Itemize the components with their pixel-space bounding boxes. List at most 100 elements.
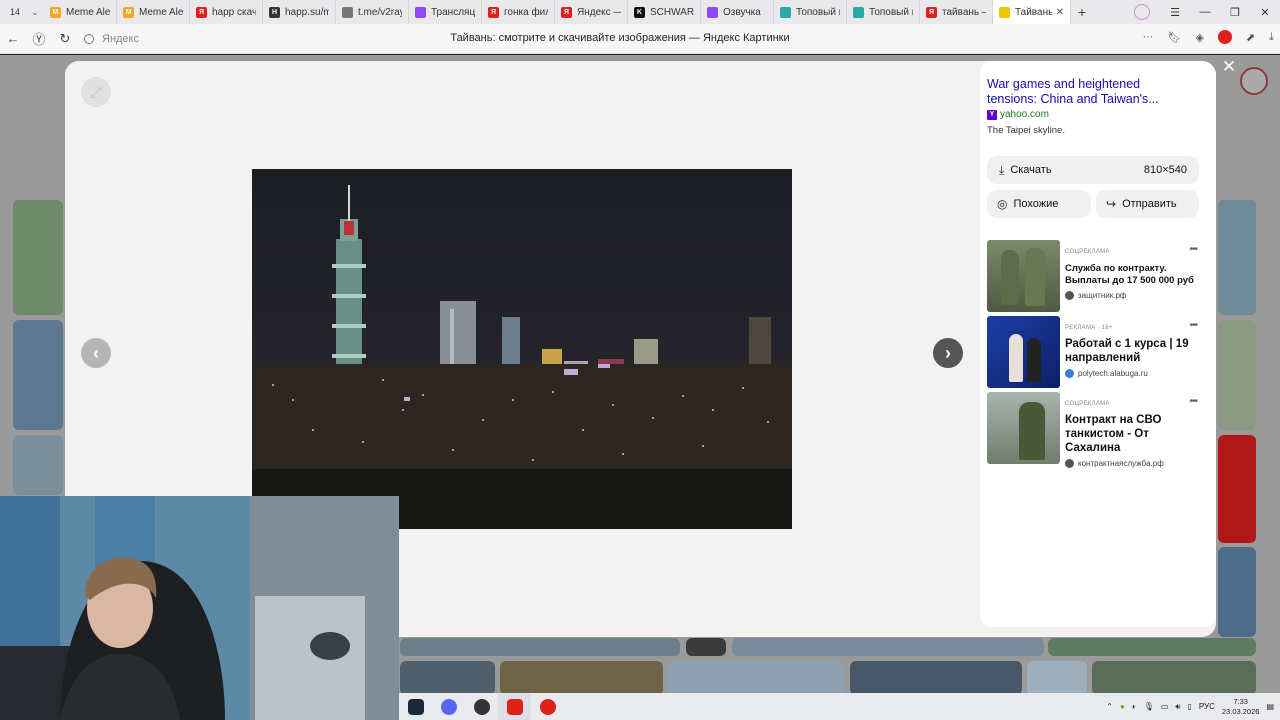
main-image[interactable] xyxy=(252,169,792,529)
clock[interactable]: 7:33 23.03.2026 xyxy=(1222,697,1260,717)
microphone-icon[interactable]: 🎙︎ xyxy=(1144,702,1154,711)
bg-thumbnail xyxy=(13,435,63,495)
tray-expand-icon[interactable]: ⌃ xyxy=(1106,702,1113,711)
downloads-menu-icon[interactable]: ☰ xyxy=(1160,6,1190,19)
taipei-skyline-image xyxy=(252,169,792,529)
tab-close-icon[interactable]: ✕ xyxy=(1056,7,1064,18)
ad-card[interactable]: СОЦРЕКЛАМА ••• Служба по контракту. Выпл… xyxy=(987,240,1199,312)
bg-thumbnail xyxy=(400,638,680,656)
more-dots-icon[interactable]: ··· xyxy=(1142,31,1153,43)
discord-taskbar-icon[interactable] xyxy=(432,693,465,720)
fullscreen-expand-icon[interactable]: ⤢ xyxy=(81,77,111,107)
tray-app-icon[interactable]: ◐ xyxy=(1132,702,1137,711)
tab-label: Озвучка xyxy=(723,6,761,18)
download-button[interactable]: ⤓ Скачать 810×540 xyxy=(987,156,1199,184)
bg-thumbnail xyxy=(1048,638,1256,656)
browser-tab[interactable]: Озвучка xyxy=(701,0,774,24)
alice-assistant-icon[interactable] xyxy=(1240,67,1268,95)
previous-image-button[interactable]: ‹ xyxy=(81,338,111,368)
bg-thumbnail xyxy=(1218,320,1256,430)
ad-more-icon[interactable]: ••• xyxy=(1189,396,1197,407)
yandex-browser-taskbar-icon[interactable] xyxy=(498,693,531,720)
ad-title[interactable]: Служба по контракту. Выплаты до 17 500 0… xyxy=(1065,263,1199,287)
browser-tab[interactable]: Я Яндекс — xyxy=(555,0,628,24)
bookmark-icon[interactable]: 🔖︎ xyxy=(1167,31,1181,44)
opera-taskbar-icon[interactable] xyxy=(531,693,564,720)
tab-label: t.me/v2ray xyxy=(358,6,402,18)
next-image-button[interactable]: › xyxy=(933,338,963,368)
steam-taskbar-icon[interactable] xyxy=(399,693,432,720)
tab-favicon-icon: Я xyxy=(488,6,499,18)
browser-tab-strip: 14 ⌄ MMeme AlertMMeme AlertЯhapp скачаHh… xyxy=(0,0,1280,24)
similar-button[interactable]: ◎ Похожие xyxy=(987,190,1091,218)
bg-thumbnail xyxy=(1218,435,1256,543)
source-site[interactable]: Y yahoo.com xyxy=(987,109,1049,120)
ad-image xyxy=(987,392,1060,464)
ad-kind: РЕКЛАМА · 16+ xyxy=(1065,325,1113,331)
send-button[interactable]: ↪ Отправить xyxy=(1096,190,1199,218)
tab-favicon-icon xyxy=(780,6,791,18)
browser-tab[interactable]: M Meme Alert xyxy=(117,0,190,24)
restore-icon[interactable]: ❐ xyxy=(1220,6,1250,19)
browser-tab[interactable]: Топовый к xyxy=(847,0,920,24)
browser-tab[interactable]: Hhapp.su/m xyxy=(263,0,336,24)
tab-label: тайвань – xyxy=(942,6,986,18)
webcam-video-frame xyxy=(0,496,399,720)
yandex-images-favicon-icon xyxy=(999,6,1010,18)
tab-favicon-icon: Я xyxy=(561,6,572,18)
bg-thumbnail xyxy=(1027,661,1087,695)
notifications-icon[interactable]: ▤ xyxy=(1266,702,1274,711)
share-arrow-icon: ↪ xyxy=(1106,197,1117,211)
send-label: Отправить xyxy=(1122,198,1177,210)
tab-active[interactable]: Тайвань ✕ xyxy=(993,0,1071,24)
bg-thumbnail xyxy=(400,661,495,695)
page-title: Тайвань: смотрите и скачивайте изображен… xyxy=(450,32,790,44)
polytech-logo-icon xyxy=(1065,369,1074,378)
tab-label: Тайвань xyxy=(1015,6,1052,18)
source-title-link[interactable]: War games and heightened tensions: China… xyxy=(987,77,1187,107)
ad-card[interactable]: РЕКЛАМА · 16+ ••• Работай с 1 курса | 19… xyxy=(987,316,1199,388)
download-icon[interactable]: ⤓ xyxy=(1269,31,1274,44)
minimize-icon[interactable]: — xyxy=(1190,6,1220,18)
tab-count-badge[interactable]: 14 xyxy=(4,4,26,20)
ad-title[interactable]: Контракт на СВО танкистом - От Сахалина xyxy=(1065,413,1199,455)
ad-image xyxy=(987,240,1060,312)
window-close-icon[interactable]: ✕ xyxy=(1250,6,1280,19)
network-icon[interactable]: ▭ xyxy=(1161,702,1169,711)
battery-icon[interactable]: ▯ xyxy=(1187,702,1191,711)
share-icon[interactable]: ⬈ xyxy=(1246,31,1255,44)
browser-tab[interactable]: Трансляци xyxy=(409,0,482,24)
bg-thumbnail xyxy=(850,661,1022,695)
shield-icon[interactable]: ◈ xyxy=(1195,31,1203,44)
tab-favicon-icon xyxy=(707,6,718,18)
ad-title[interactable]: Работай с 1 курса | 19 направлений xyxy=(1065,337,1199,365)
language-indicator[interactable]: РУС xyxy=(1199,702,1215,711)
tray-app-icon[interactable]: ● xyxy=(1120,702,1125,711)
ad-domain: контрактнаяслужба.рф xyxy=(1078,459,1164,468)
download-label: Скачать xyxy=(1010,164,1052,176)
ad-card[interactable]: СОЦРЕКЛАМА ••• Контракт на СВО танкистом… xyxy=(987,392,1199,468)
windows-taskbar: ⌃ ● ◐ 🎙︎ ▭ 🔊︎ ▯ РУС 7:33 23.03.2026 ▤ xyxy=(399,693,1280,720)
ad-more-icon[interactable]: ••• xyxy=(1189,320,1197,331)
browser-tab[interactable]: K SCHWART xyxy=(628,0,701,24)
browser-tab[interactable]: M Meme Alert xyxy=(44,0,117,24)
browser-tab[interactable]: Топовый к xyxy=(774,0,847,24)
tab-list-chevron-icon[interactable]: ⌄ xyxy=(26,7,44,18)
new-tab-button[interactable]: + xyxy=(1071,4,1093,20)
close-viewer-icon[interactable]: ✕ xyxy=(1220,58,1238,76)
browser-tab[interactable]: t.me/v2ray xyxy=(336,0,409,24)
profile-icon[interactable] xyxy=(1134,4,1150,20)
download-icon: ⤓ xyxy=(999,162,1005,177)
tab-favicon-icon xyxy=(415,6,426,18)
browser-tab[interactable]: Ягонка фил xyxy=(482,0,555,24)
ad-kind: СОЦРЕКЛАМА xyxy=(1065,249,1110,255)
browser-tab[interactable]: Ятайвань – xyxy=(920,0,993,24)
webcam-overlay xyxy=(0,496,399,720)
browser-tab[interactable]: Яhapp скача xyxy=(190,0,263,24)
extension-icon[interactable] xyxy=(1217,30,1232,44)
image-size: 810×540 xyxy=(1143,164,1187,176)
obs-taskbar-icon[interactable] xyxy=(465,693,498,720)
image-details-panel: War games and heightened tensions: China… xyxy=(980,61,1216,627)
ad-more-icon[interactable]: ••• xyxy=(1189,244,1197,255)
volume-icon[interactable]: 🔊︎ xyxy=(1175,702,1180,712)
